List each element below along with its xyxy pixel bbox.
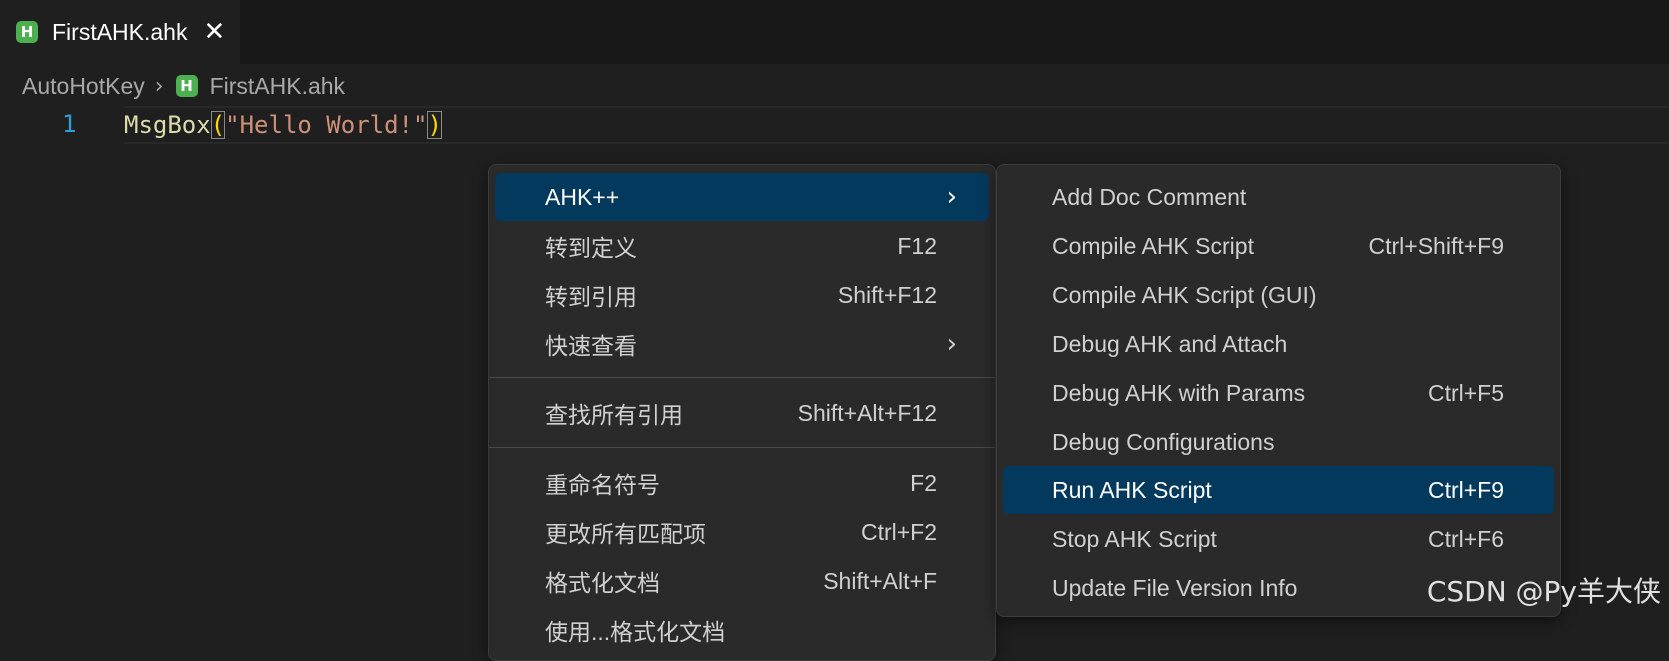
- tab-bar: H FirstAHK.ahk ✕: [0, 0, 1669, 64]
- submenu-item-debug-ahk-and-attach[interactable]: Debug AHK and Attach: [1003, 320, 1554, 368]
- submenu-item-compile-ahk-script[interactable]: Compile AHK Script Ctrl+Shift+F9: [1003, 222, 1554, 270]
- submenu-item-add-doc-comment[interactable]: Add Doc Comment: [1003, 173, 1554, 221]
- menu-item-label: Add Doc Comment: [1052, 183, 1247, 210]
- line-number: 1: [62, 110, 77, 138]
- menu-item-go-to-definition[interactable]: 转到定义 F12: [495, 222, 989, 270]
- menu-item-format-document[interactable]: 格式化文档 Shift+Alt+F: [495, 557, 989, 605]
- menu-item-shortcut: Shift+Alt+F12: [797, 399, 937, 426]
- menu-item-shortcut: Ctrl+F6: [1427, 525, 1504, 552]
- menu-item-label: Debug AHK with Params: [1052, 379, 1306, 406]
- close-icon[interactable]: ✕: [203, 19, 225, 45]
- context-menu: AHK++ › 转到定义 F12 转到引用 Shift+F12 快速查看 › 查…: [488, 164, 996, 661]
- menu-item-label: 转到定义: [545, 235, 637, 261]
- menu-item-shortcut: Shift+F12: [837, 281, 937, 308]
- menu-item-label: Compile AHK Script (GUI): [1052, 281, 1317, 308]
- menu-item-find-all-references[interactable]: 查找所有引用 Shift+Alt+F12: [495, 389, 989, 437]
- menu-item-shortcut: Ctrl+F2: [860, 518, 937, 545]
- menu-item-label: 查找所有引用: [545, 402, 683, 428]
- menu-item-rename-symbol[interactable]: 重命名符号 F2: [495, 459, 989, 507]
- code-token-function: MsgBox: [124, 111, 211, 139]
- chevron-right-icon: ›: [946, 182, 957, 212]
- menu-item-shortcut: F2: [910, 469, 937, 496]
- breadcrumb-folder[interactable]: AutoHotKey: [22, 73, 145, 100]
- code-token-close-paren: ): [427, 111, 442, 139]
- breadcrumb-file[interactable]: FirstAHK.ahk: [210, 73, 345, 100]
- submenu-item-run-ahk-script[interactable]: Run AHK Script Ctrl+F9: [1003, 466, 1554, 514]
- code-token-string: "Hello World!": [225, 111, 428, 139]
- menu-item-label: 使用...格式化文档: [545, 619, 726, 645]
- code-line[interactable]: MsgBox("Hello World!"): [124, 108, 442, 142]
- breadcrumb: AutoHotKey › H FirstAHK.ahk: [22, 70, 345, 102]
- menu-item-shortcut: Ctrl+Shift+F9: [1368, 232, 1505, 259]
- menu-item-label: Compile AHK Script: [1052, 232, 1254, 259]
- menu-item-label: 更改所有匹配项: [545, 521, 706, 547]
- menu-item-format-document-with[interactable]: 使用...格式化文档: [495, 606, 989, 654]
- menu-item-label: 转到引用: [545, 284, 637, 310]
- menu-item-shortcut: F12: [897, 232, 937, 259]
- watermark-text: CSDN @Py羊大侠: [1426, 575, 1661, 608]
- menu-item-change-all-occurrences[interactable]: 更改所有匹配项 Ctrl+F2: [495, 508, 989, 556]
- code-token-open-paren: (: [210, 111, 226, 139]
- menu-item-label: 快速查看: [545, 333, 637, 359]
- submenu-item-compile-ahk-script-gui[interactable]: Compile AHK Script (GUI): [1003, 271, 1554, 319]
- submenu-item-stop-ahk-script[interactable]: Stop AHK Script Ctrl+F6: [1003, 515, 1554, 563]
- menu-item-go-to-references[interactable]: 转到引用 Shift+F12: [495, 271, 989, 319]
- menu-item-label: Stop AHK Script: [1052, 525, 1217, 552]
- menu-item-shortcut: Shift+Alt+F: [823, 567, 937, 594]
- menu-item-label: 重命名符号: [545, 472, 660, 498]
- menu-item-label: Debug Configurations: [1052, 428, 1275, 455]
- chevron-right-icon: ›: [946, 329, 957, 359]
- menu-item-ahkpp[interactable]: AHK++ ›: [495, 173, 989, 221]
- menu-item-peek[interactable]: 快速查看 ›: [495, 320, 989, 368]
- ahk-file-icon: H: [175, 75, 198, 97]
- menu-item-label: AHK++: [545, 183, 620, 210]
- menu-item-shortcut: Ctrl+F9: [1427, 476, 1504, 503]
- menu-item-label: 格式化文档: [545, 570, 660, 596]
- submenu-item-debug-ahk-with-params[interactable]: Debug AHK with Params Ctrl+F5: [1003, 369, 1554, 417]
- tab-title: FirstAHK.ahk: [52, 18, 188, 45]
- ahk-file-icon: H: [16, 21, 38, 43]
- chevron-right-icon: ›: [154, 73, 164, 99]
- menu-item-label: Debug AHK and Attach: [1052, 330, 1288, 357]
- menu-separator: [489, 447, 995, 448]
- tab-firstahk[interactable]: H FirstAHK.ahk ✕: [0, 0, 240, 64]
- menu-separator: [489, 377, 995, 378]
- menu-item-shortcut: Ctrl+F5: [1427, 379, 1504, 406]
- submenu-item-debug-configurations[interactable]: Debug Configurations: [1003, 418, 1554, 466]
- menu-item-label: Run AHK Script: [1052, 476, 1212, 503]
- ahkpp-submenu: Add Doc Comment Compile AHK Script Ctrl+…: [996, 164, 1561, 617]
